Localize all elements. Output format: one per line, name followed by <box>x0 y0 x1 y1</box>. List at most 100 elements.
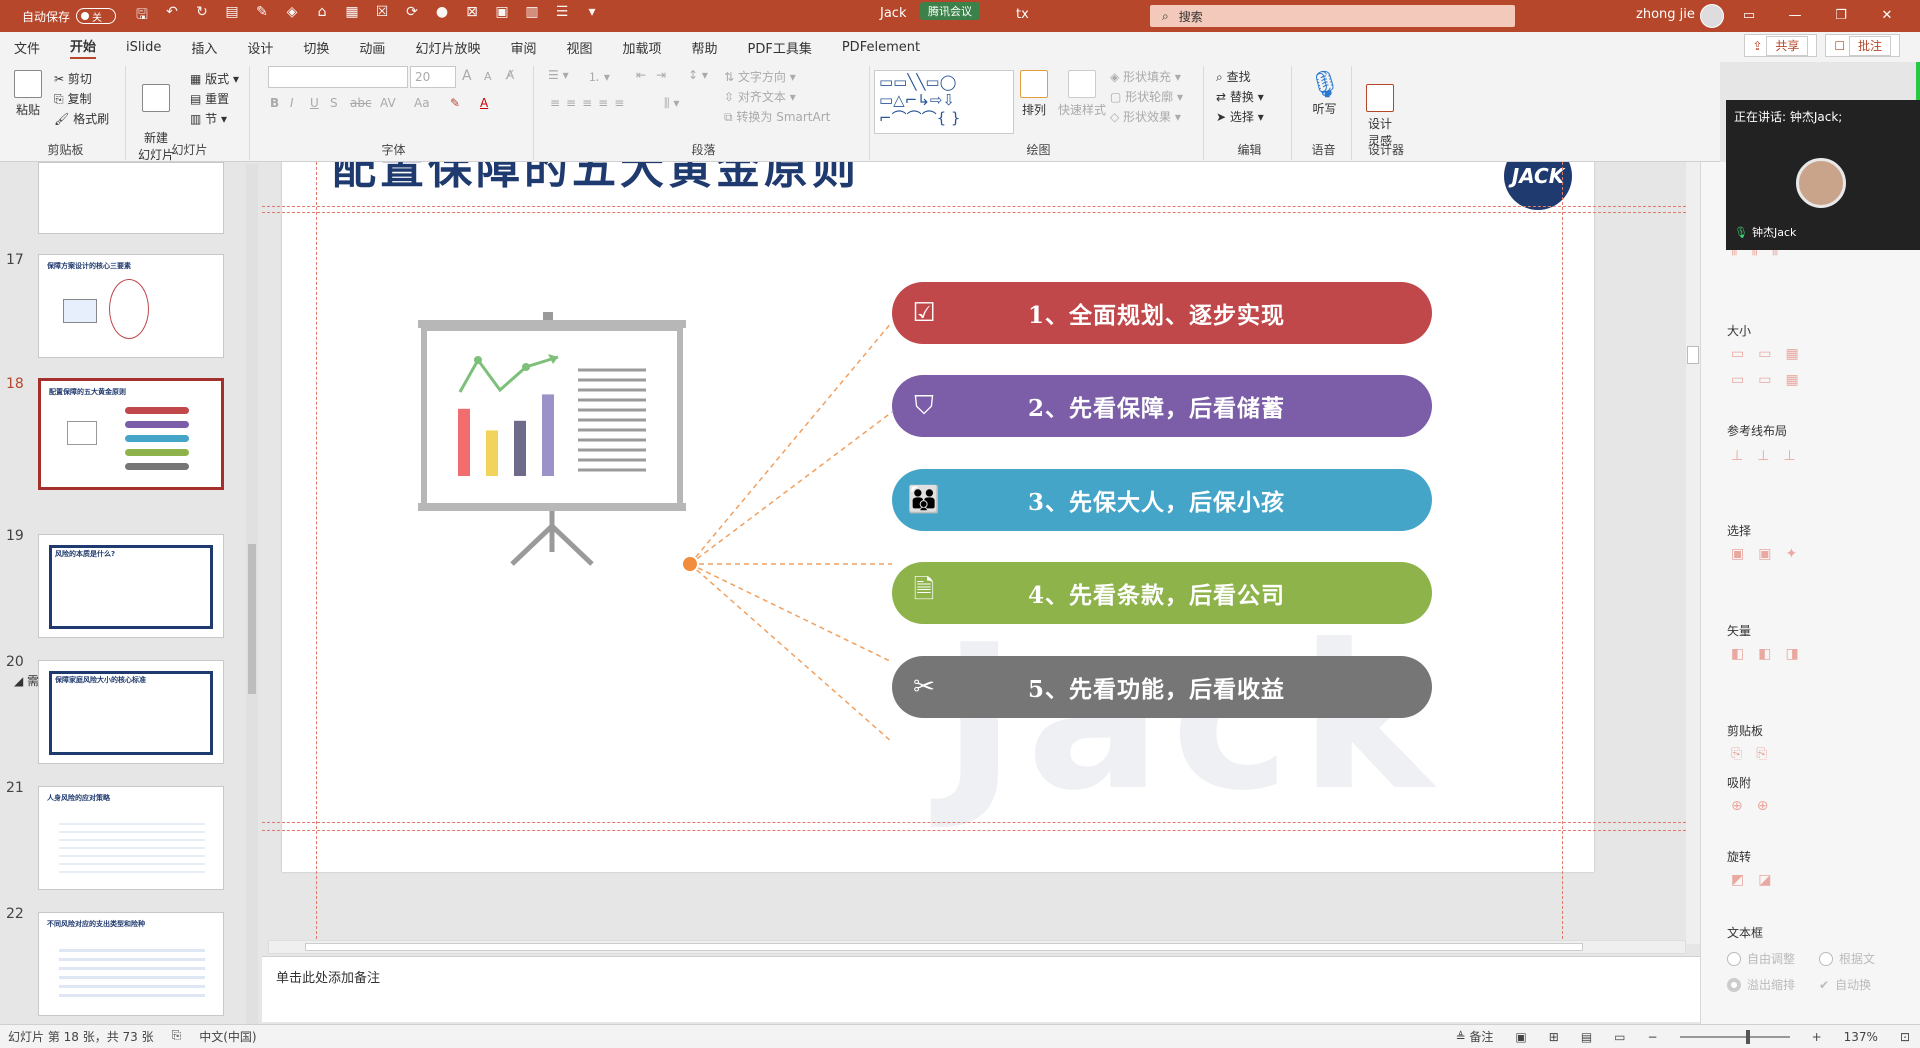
principle-pill-5[interactable]: ✂ 5、先看功能，后看收益 <box>892 656 1432 718</box>
tab-addins[interactable]: 加载项 <box>622 38 661 57</box>
section-button[interactable]: ▥ 节 ▾ <box>190 110 227 127</box>
shape-icon[interactable]: ◈ <box>284 4 300 28</box>
notes-toggle[interactable]: ≜ 备注 <box>1456 1028 1494 1045</box>
snap-tool-icons[interactable]: ⊕ ⊕ <box>1731 798 1768 814</box>
autofit-option[interactable]: 自由调整 <box>1727 950 1795 967</box>
guide-line[interactable] <box>316 162 317 944</box>
guide-tool-icons[interactable]: ⊥ ⊥ ⊥ <box>1731 448 1796 464</box>
shrink-font-button[interactable]: A <box>484 70 492 83</box>
principle-pill-2[interactable]: ⛉ 2、先看保障，后看储蓄 <box>892 375 1432 437</box>
save-icon[interactable]: 🖫 <box>134 4 150 28</box>
ribbon-options-icon[interactable]: ▭ <box>1726 0 1772 32</box>
guide-line[interactable] <box>262 212 1686 213</box>
present-icon[interactable]: ▤ <box>224 4 240 28</box>
autosave-switch[interactable]: 关 <box>76 8 117 24</box>
slide-vertical-scrollbar[interactable] <box>1686 162 1700 944</box>
color-icon[interactable]: ● <box>434 4 450 28</box>
slide-thumbnail-16[interactable] <box>38 162 224 234</box>
find-button[interactable]: ⌕ 查找 <box>1216 68 1251 85</box>
slide-scroll-thumb[interactable] <box>1687 346 1699 364</box>
redo-icon[interactable]: ↻ <box>194 4 210 28</box>
undo-icon[interactable]: ↶ <box>164 4 180 28</box>
slide-horizontal-scrollbar[interactable] <box>268 940 1686 954</box>
slide-thumbnail-17[interactable]: 保障方案设计的核心三要素 <box>38 254 224 358</box>
align-text-button[interactable]: ⇳ 对齐文本 ▾ <box>724 88 796 105</box>
meeting-tag[interactable]: 腾讯会议 <box>920 2 980 20</box>
thumbnail-scroll-thumb[interactable] <box>248 544 256 694</box>
size-tool-icons-2[interactable]: ▭ ▭ ▦ <box>1731 372 1799 388</box>
customize-icon[interactable]: ▾ <box>584 4 600 28</box>
fit-to-window-icon[interactable]: ⊡ <box>1900 1030 1910 1044</box>
columns-icon[interactable]: ⫼ ▾ <box>664 96 679 111</box>
guide-line[interactable] <box>262 830 1686 831</box>
select-button[interactable]: ➤ 选择 ▾ <box>1216 108 1264 125</box>
clipboard-tool-icons[interactable]: ⎘ ⎘ <box>1731 746 1767 762</box>
clear-format-icon[interactable]: A̸ <box>506 68 514 82</box>
avatar[interactable] <box>1700 4 1724 28</box>
bold-button[interactable]: B <box>270 96 279 110</box>
change-case-button[interactable]: Aa <box>414 96 430 110</box>
increase-indent-icon[interactable]: ⇥ <box>656 68 666 82</box>
search-input[interactable]: ⌕ 搜索 <box>1150 5 1515 27</box>
tab-help[interactable]: 帮助 <box>692 38 718 57</box>
slide-thumbnail-19[interactable]: 风险的本质是什么? <box>38 534 224 638</box>
tab-file[interactable]: 文件 <box>14 38 40 57</box>
layout-button[interactable]: ▦ 版式 ▾ <box>190 70 239 87</box>
shapes-gallery[interactable]: ▭▭╲╲▭◯ ▭△⌐↳⇨⇩ ⌐⌒⌒⌒{ } <box>874 70 1014 134</box>
current-slide[interactable]: Jack 配置保障的五大黄金原则 JACK ☑ 1、全面规划、逐步实现 ⛉ 2、… <box>282 162 1594 872</box>
slide-thumbnail-18[interactable]: 配置保障的五大黄金原则 <box>38 378 224 490</box>
select-tool-icons[interactable]: ▣ ▣ ✦ <box>1731 546 1797 562</box>
format-painter-button[interactable]: 🖌 格式刷 <box>54 110 109 127</box>
comment-button[interactable]: ☐ 批注 <box>1825 34 1900 57</box>
arrange-button[interactable]: 排列 <box>1020 70 1048 118</box>
guide-line[interactable] <box>262 822 1686 823</box>
meeting-video-overlay[interactable]: 正在讲话: 钟杰Jack; 🎙 钟杰Jack <box>1726 100 1920 250</box>
zoom-level[interactable]: 137% <box>1844 1030 1878 1044</box>
delete-icon[interactable]: ☒ <box>374 4 390 28</box>
vector-tool-icons[interactable]: ◧ ◧ ◨ <box>1731 646 1799 662</box>
crop-icon[interactable]: ⊠ <box>464 4 480 28</box>
shape-effects-button[interactable]: ◇ 形状效果 ▾ <box>1110 108 1181 125</box>
accessibility-icon[interactable]: ⎘ <box>172 1028 182 1045</box>
rotate-icon[interactable]: ⟳ <box>404 4 420 28</box>
tab-pdfelement[interactable]: PDFelement <box>842 40 920 55</box>
principle-pill-4[interactable]: 🗎 4、先看条款，后看公司 <box>892 562 1432 624</box>
rotate-tool-icons[interactable]: ◩ ◪ <box>1731 872 1771 888</box>
notes-pane[interactable]: 单击此处添加备注 <box>262 956 1700 1022</box>
tab-pdf-tools[interactable]: PDF工具集 <box>748 38 812 57</box>
tab-view[interactable]: 视图 <box>566 38 592 57</box>
normal-view-icon[interactable]: ▣ <box>1515 1030 1526 1044</box>
share-button[interactable]: ⇪ 共享 <box>1743 34 1818 57</box>
shadow-button[interactable]: S <box>330 96 338 110</box>
slide-thumbnail-20[interactable]: 保障家庭风险大小的核心标准 <box>38 660 224 764</box>
character-spacing-button[interactable]: AV <box>380 96 396 110</box>
tab-insert[interactable]: 插入 <box>191 38 217 57</box>
decrease-indent-icon[interactable]: ⇤ <box>636 68 646 82</box>
text-direction-button[interactable]: ⇅ 文字方向 ▾ <box>724 68 796 85</box>
horizontal-scroll-thumb[interactable] <box>305 943 1583 951</box>
tab-home[interactable]: 开始 <box>70 36 97 59</box>
strikethrough-button[interactable]: abc <box>350 96 372 110</box>
restore-button[interactable]: ❐ <box>1818 0 1864 32</box>
reading-view-icon[interactable]: ▤ <box>1581 1030 1592 1044</box>
autosave-toggle[interactable]: 自动保存 关 <box>22 8 117 25</box>
copy-button[interactable]: ⎘ 复制 <box>54 90 91 107</box>
picture-icon[interactable]: ▣ <box>494 4 510 28</box>
layout-icon[interactable]: ▦ <box>344 4 360 28</box>
zoom-slider-knob[interactable] <box>1745 1029 1750 1044</box>
smartart-button[interactable]: ⧉ 转换为 SmartArt <box>724 108 830 125</box>
quick-styles-button[interactable]: 快速样式 <box>1058 70 1106 118</box>
slideshow-icon[interactable]: ▭ <box>1614 1030 1625 1044</box>
grow-font-button[interactable]: A <box>462 68 472 84</box>
chart-icon[interactable]: ⌂ <box>314 4 330 28</box>
paste-button[interactable]: 粘贴 <box>14 70 42 118</box>
guide-line[interactable] <box>262 206 1686 207</box>
size-tool-icons[interactable]: ▭ ▭ ▦ <box>1731 346 1799 362</box>
zoom-in-button[interactable]: + <box>1812 1030 1822 1044</box>
user-name[interactable]: zhong jie <box>1636 7 1695 22</box>
brush-icon[interactable]: ✎ <box>254 4 270 28</box>
replace-button[interactable]: ⇄ 替换 ▾ <box>1216 88 1264 105</box>
shrink-on-overflow-option[interactable]: 溢出缩排 <box>1727 976 1795 993</box>
font-color-icon[interactable]: A <box>480 96 488 110</box>
slide-sorter-icon[interactable]: ⊞ <box>1549 1030 1559 1044</box>
